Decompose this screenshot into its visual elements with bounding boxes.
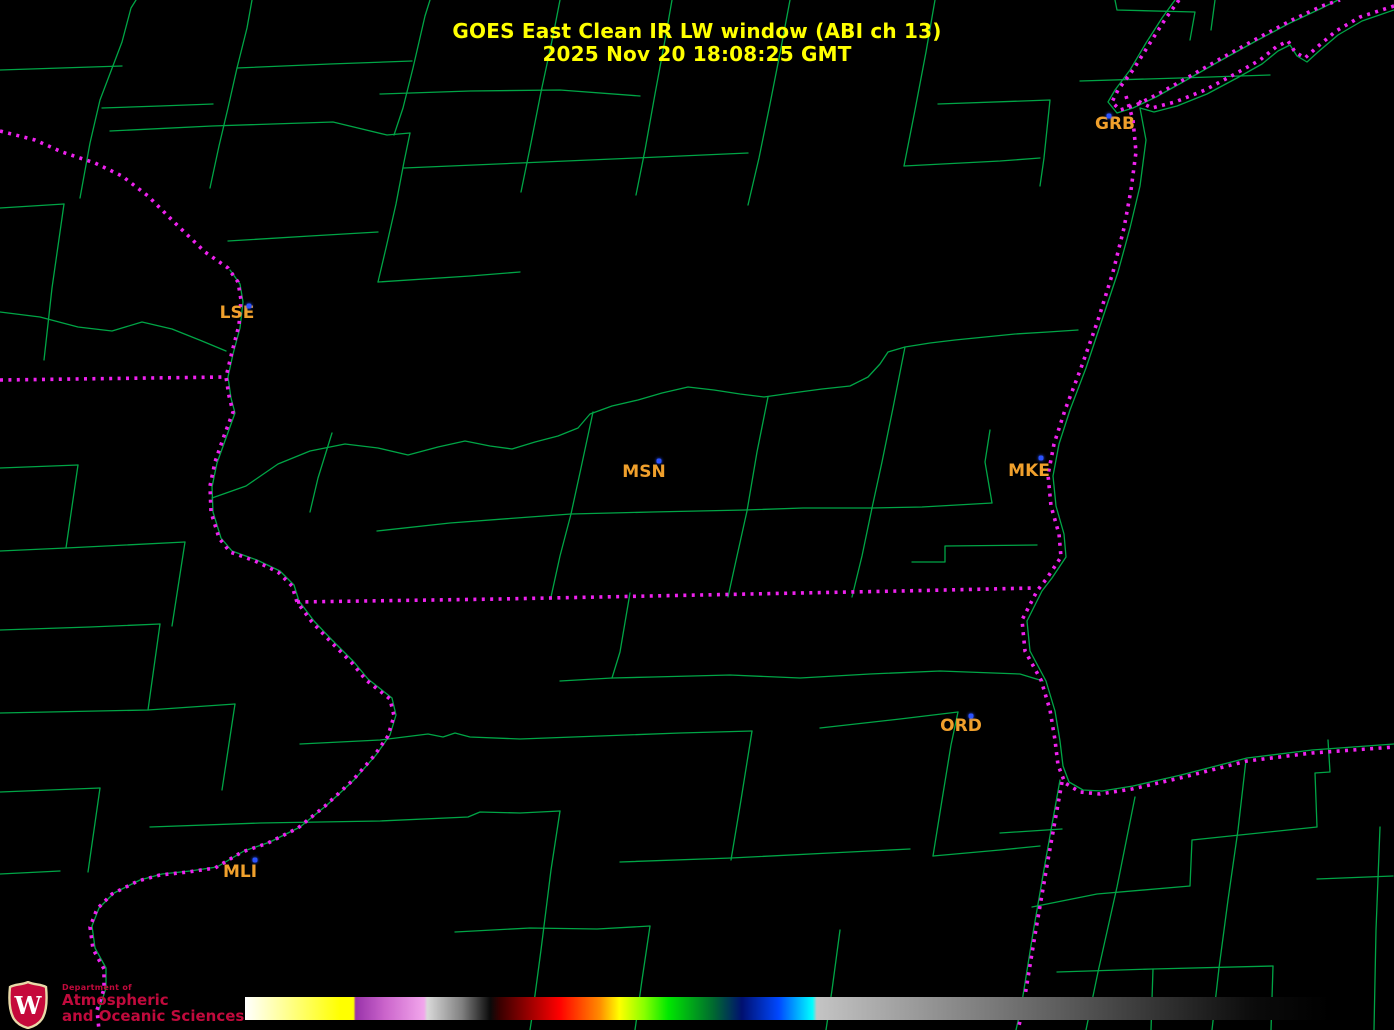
county-boundaries [0,0,1394,1030]
station-dot-lse [246,303,252,309]
county-line [727,396,769,598]
county-line [0,870,61,875]
county-line [0,311,227,352]
county-line [984,429,993,504]
county-line [87,787,101,873]
uw-aos-logo: W Department of Atmospheric and Oceanic … [8,981,244,1029]
station-label-mli: MLI [222,862,258,882]
station-label-msn: MSN [622,462,666,482]
county-line [932,845,1041,857]
county-line [937,99,1051,187]
title-line2: 2025 Nov 20 18:08:25 GMT [542,42,852,66]
station-dot-mke [1038,455,1044,461]
county-line [377,271,521,283]
crest-letter: W [14,991,43,1020]
county-line [403,152,749,169]
station-dot-grb [1106,113,1112,119]
county-line [454,925,651,933]
logo-text: Department of Atmospheric and Oceanic Sc… [62,983,244,1024]
county-line [227,231,379,242]
ir-colorbar [245,997,1330,1020]
county-line [221,703,236,791]
county-line [65,464,79,549]
county-line [550,411,594,598]
county-line [376,502,993,532]
county-line [1056,965,1274,973]
county-line [109,121,411,136]
county-line [0,787,101,793]
county-line [1031,739,1331,908]
station-dot-mli [252,857,258,863]
state-line [0,129,396,1030]
county-line [379,89,641,97]
county-line [101,103,214,109]
state-line [0,375,227,382]
county-line [299,730,753,745]
county-line [851,346,906,598]
county-line [1026,107,1394,792]
county-line [1373,826,1381,1030]
county-line [0,65,123,71]
county-line [0,703,236,714]
county-line [1211,759,1247,1030]
county-line [619,848,911,863]
county-line [0,623,161,631]
title-line1: GOES East Clean IR LW window (ABI ch 13) [452,19,942,43]
county-line [1015,779,1061,1030]
station-label-ord: ORD [940,716,982,736]
map-svg [0,0,1394,1030]
state-line [1020,95,1394,796]
station-label-mke: MKE [1008,461,1050,481]
uw-crest-icon: W [8,981,48,1029]
county-line [730,730,753,861]
logo-name-line2: and Oceanic Sciences [62,1007,245,1025]
county-line [1085,796,1136,1030]
state-line [296,586,1036,604]
state-boundaries [0,0,1394,1030]
county-line [309,432,333,513]
county-line [819,711,959,729]
county-line [147,623,161,711]
county-line [0,464,79,469]
county-line [171,541,186,627]
image-title: GOES East Clean IR LW window (ABI ch 13)… [0,20,1394,66]
county-line [611,592,631,679]
station-dot-ord [968,713,974,719]
station-label-grb: GRB [1094,114,1136,134]
county-line [149,810,561,828]
station-dot-msn [656,458,662,464]
logo-name-line1: Atmospheric [62,991,169,1009]
satellite-map-view: GOES East Clean IR LW window (ABI ch 13)… [0,0,1394,1030]
county-line [559,670,1044,682]
county-line [903,157,1041,167]
county-line [377,132,411,283]
county-line [911,544,1038,563]
county-line [91,600,397,1011]
county-line [1316,875,1394,880]
county-line [0,203,65,209]
county-line [0,541,186,552]
county-line [43,203,65,361]
